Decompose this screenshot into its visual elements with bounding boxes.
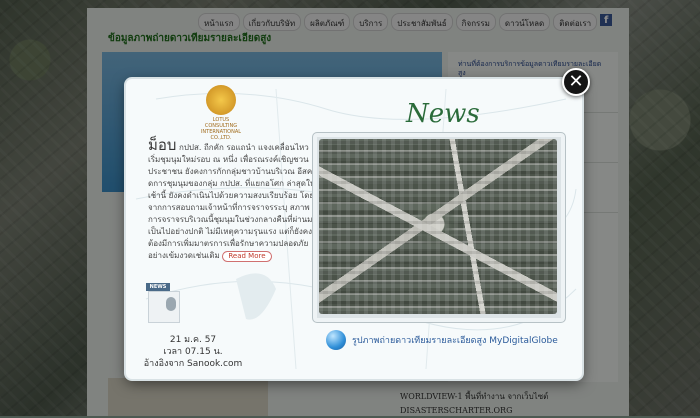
news-time: เวลา 07.15 น. (163, 347, 223, 357)
caption-text[interactable]: รูปภาพถ่ายดาวเทียมรายละเอียดสูง MyDigita… (352, 333, 558, 347)
dateline: 21 ม.ค. 57 เวลา 07.15 น. อ้างอิงจาก Sano… (138, 334, 248, 370)
news-microphone-icon: NEWS (146, 283, 184, 323)
company-logo: LOTUS CONSULTING INTERNATIONAL CO.,LTD. (196, 85, 246, 141)
article-body: กปปส. ถีกคัก รอแถนำ แจงเคลื่อนไหวเริ่มชุ… (148, 143, 317, 260)
article: ม็อบ กปปส. ถีกคัก รอแถนำ แจงเคลื่อนไหวเร… (148, 136, 318, 262)
article-lead: ม็อบ (148, 136, 177, 154)
logo-text: LOTUS CONSULTING INTERNATIONAL CO.,LTD. (200, 117, 242, 141)
news-date: 21 ม.ค. 57 (169, 335, 217, 345)
logo-emblem-icon (206, 85, 236, 115)
close-icon[interactable]: ✕ (562, 68, 590, 96)
satellite-photo-frame (312, 132, 566, 323)
news-heading: News (406, 99, 480, 129)
satellite-photo[interactable] (319, 139, 557, 314)
globe-icon (326, 330, 346, 350)
photo-caption: รูปภาพถ่ายดาวเทียมรายละเอียดสูง MyDigita… (326, 329, 566, 351)
news-source: อ้างอิงจาก Sanook.com (143, 359, 243, 369)
news-badge: NEWS (146, 283, 170, 291)
read-more-button[interactable]: Read More (222, 251, 272, 262)
news-modal: LOTUS CONSULTING INTERNATIONAL CO.,LTD. … (126, 79, 582, 379)
microphone-shape (166, 297, 176, 311)
